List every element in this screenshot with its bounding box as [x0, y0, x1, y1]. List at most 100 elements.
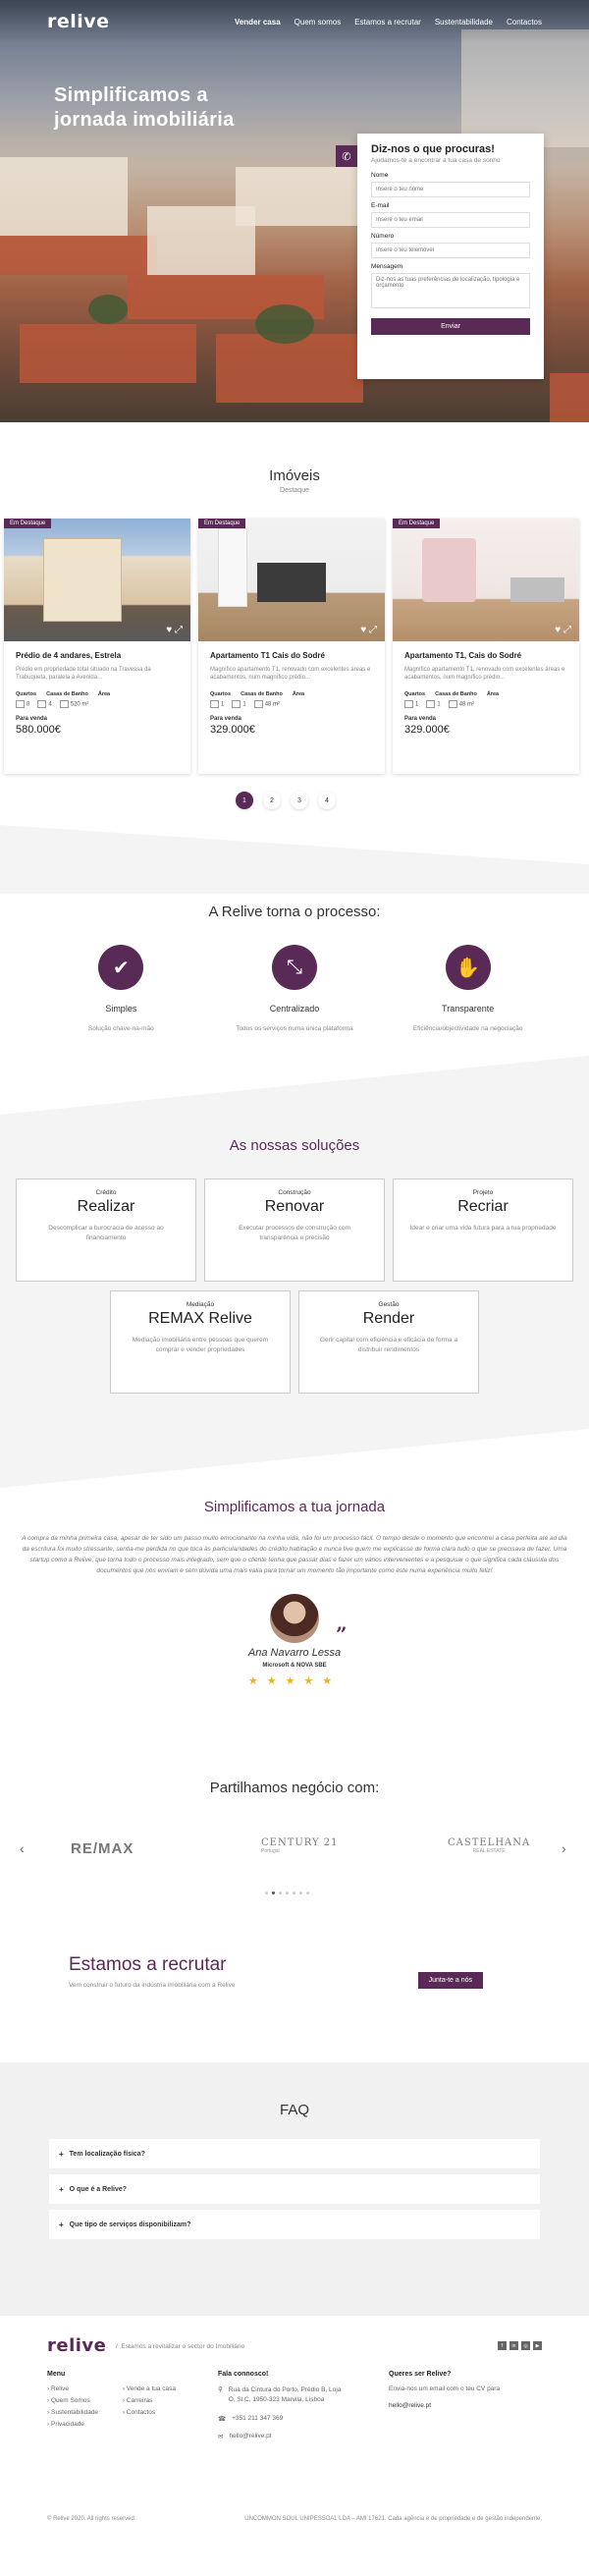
processo-desc: Eficiência/objectividade na negociação: [412, 1025, 523, 1032]
property-photo[interactable]: Em Destaque ♥ ⤢: [198, 519, 385, 641]
property-desc: Magnífico apartamento T1, renovado com e…: [404, 667, 565, 682]
footer-link[interactable]: › Vende a tua casa: [123, 2385, 176, 2392]
bathrooms-value: 4: [48, 701, 52, 708]
top-nav: relive Vender casa Quem somos Estamos a …: [0, 0, 589, 43]
property-photo[interactable]: Em Destaque ♥ ⤢: [393, 519, 579, 641]
testimonial-quote: A compra da minha primeira casa, apesar …: [22, 1535, 567, 1575]
processo-item: ✋ Transparente Eficiência/objectividade …: [390, 945, 547, 1032]
faq-item[interactable]: + Que tipo de serviços disponibilizam?: [49, 2210, 540, 2239]
youtube-icon[interactable]: ▶: [533, 2341, 542, 2350]
name-label: Nome: [371, 172, 389, 179]
footer-join-title: Queres ser Relive?: [389, 2371, 452, 2378]
sale-label: Para venda: [210, 716, 242, 722]
bed-icon: [404, 700, 413, 708]
nav-recrutar[interactable]: Estamos a recrutar: [354, 18, 421, 27]
property-title[interactable]: Apartamento T1, Cais do Sodré: [404, 651, 567, 660]
carousel-dot[interactable]: [293, 1891, 295, 1894]
footer-link[interactable]: › Relive: [47, 2385, 121, 2392]
footer-phone[interactable]: +351 211 347 369: [232, 2415, 283, 2423]
footer-link-label: Relive: [50, 2385, 70, 2392]
solution-category: Projeto: [472, 1189, 494, 1196]
page-3[interactable]: 3: [291, 792, 308, 809]
favorite-icon[interactable]: ♥ ⤢: [360, 625, 377, 635]
nav-sustentabilidade[interactable]: Sustentabilidade: [435, 18, 493, 27]
solution-card[interactable]: Projeto Recriar Idear e criar uma vida f…: [393, 1178, 573, 1282]
footer-link-label: Sustentabilidade: [50, 2409, 99, 2416]
form-subtitle: Ajudamos-te a encontrar a tua casa de so…: [371, 157, 501, 164]
sale-label: Para venda: [404, 716, 437, 722]
page-4[interactable]: 4: [318, 792, 336, 809]
solution-category: Mediação: [186, 1301, 215, 1308]
processo-title: A Relive torna o processo:: [208, 904, 381, 920]
bedrooms-value: 1: [221, 701, 225, 708]
faq-item[interactable]: + O que é a Relive?: [49, 2174, 540, 2204]
linkedin-icon[interactable]: in: [509, 2341, 518, 2350]
sofa: [510, 577, 564, 602]
feature-header-area: Área: [292, 691, 305, 697]
plus-icon: +: [59, 2149, 64, 2159]
nav-quem-somos[interactable]: Quem somos: [294, 18, 342, 27]
footer-email[interactable]: hello@relive.pt: [229, 2433, 271, 2440]
imoveis-title: Imóveis: [269, 467, 320, 484]
processo-item: ⤡ Centralizado Todos os serviços numa ún…: [216, 945, 373, 1032]
facebook-icon[interactable]: f: [498, 2341, 507, 2350]
featured-badge: Em Destaque: [393, 519, 441, 528]
solution-card[interactable]: Gestão Render Gerir capital com eficiênc…: [298, 1290, 479, 1394]
property-card[interactable]: Em Destaque ♥ ⤢ Apartamento T1 Cais do S…: [198, 519, 385, 774]
footer-tagline-text: Estamos a revitalizar o sector do Imobil…: [121, 2343, 245, 2350]
carousel-dot[interactable]: [286, 1891, 289, 1894]
nav-contactos[interactable]: Contactos: [507, 18, 542, 27]
bedrooms-value: 8: [27, 701, 30, 708]
carousel-dot[interactable]: [265, 1891, 268, 1894]
nav-vender-casa[interactable]: Vender casa: [235, 18, 281, 27]
footer-link[interactable]: › Privacidade: [47, 2421, 121, 2428]
page-1[interactable]: 1: [236, 792, 253, 809]
property-card[interactable]: Em Destaque ♥ ⤢ Apartamento T1, Cais do …: [393, 519, 579, 774]
copyright: © Relive 2020. All rights reserved.: [47, 2516, 136, 2522]
carousel-dot[interactable]: [306, 1891, 309, 1894]
message-field[interactable]: [371, 273, 530, 308]
carousel-dot[interactable]: [279, 1891, 282, 1894]
email-field[interactable]: [371, 212, 530, 228]
chevron-left-icon[interactable]: ‹: [20, 1840, 25, 1856]
footer-link[interactable]: › Carreiras: [123, 2397, 176, 2404]
bath-icon: [426, 700, 436, 708]
solution-name: Renovar: [264, 1198, 325, 1215]
solution-card[interactable]: Construção Renovar Executar processos de…: [204, 1178, 385, 1282]
favorite-icon[interactable]: ♥ ⤢: [166, 625, 183, 635]
property-card[interactable]: Em Destaque ♥ ⤢ Prédio de 4 andares, Est…: [4, 519, 190, 774]
property-features: 8 4 520 m²: [16, 700, 179, 708]
property-title[interactable]: Apartamento T1 Cais do Sodré: [210, 651, 373, 660]
feature-headers: Quartos Casas de Banho Área: [210, 691, 373, 697]
property-photo[interactable]: Em Destaque ♥ ⤢: [4, 519, 190, 641]
carousel-dot[interactable]: [272, 1891, 275, 1894]
favorite-icon[interactable]: ♥ ⤢: [555, 625, 571, 635]
submit-button[interactable]: Enviar: [371, 318, 530, 335]
footer-contact-title: Fala connosco!: [218, 2371, 269, 2378]
partner-logo-remax: RE/MAX: [71, 1840, 134, 1857]
area-value: 48: [458, 701, 466, 708]
property-title[interactable]: Prédio de 4 andares, Estrela: [16, 651, 179, 660]
footer-join-email[interactable]: hello@relive.pt: [389, 2402, 536, 2409]
property-features: 1 1 48 m²: [404, 700, 567, 708]
footer-link[interactable]: › Sustentabilidade: [47, 2409, 121, 2416]
footer-contact: Fala connosco! ⚲ Rua da Cintura do Porto…: [218, 2371, 346, 2440]
featured-badge: Em Destaque: [198, 519, 246, 528]
carousel-dot[interactable]: [299, 1891, 302, 1894]
processo-label: Centralizado: [269, 1004, 320, 1014]
join-button[interactable]: Junta-te a nós: [417, 1972, 483, 1989]
solution-card[interactable]: Mediação REMAX Relive Mediação imobiliár…: [110, 1290, 291, 1394]
recruiting-section: Estamos a recrutar Vem construir o futur…: [69, 1954, 520, 1989]
page-2[interactable]: 2: [263, 792, 281, 809]
chevron-right-icon[interactable]: ›: [562, 1840, 566, 1856]
instagram-icon[interactable]: ◎: [521, 2341, 530, 2350]
logo[interactable]: relive: [47, 11, 110, 32]
footer-link[interactable]: › Contactos: [123, 2409, 176, 2416]
phone-field[interactable]: [371, 243, 530, 258]
name-field[interactable]: [371, 182, 530, 197]
footer-link[interactable]: › Quem Somos: [47, 2397, 121, 2404]
property-desc: Magnífico apartamento T1, renovado com e…: [210, 667, 371, 682]
faq-item[interactable]: + Tem localização física?: [49, 2139, 540, 2168]
centralize-icon: ⤡: [271, 945, 317, 990]
solution-card[interactable]: Crédito Realizar Descomplicar a burocrac…: [16, 1178, 196, 1282]
